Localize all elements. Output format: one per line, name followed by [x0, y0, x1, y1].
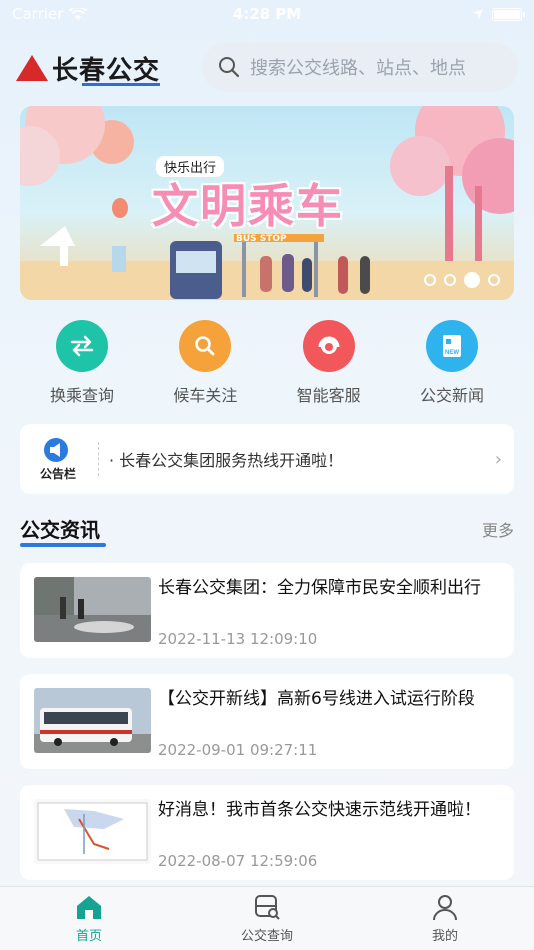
logo-mark-icon: [16, 55, 48, 81]
news-time: 2022-09-01 09:27:11: [158, 741, 318, 759]
news-time: 2022-11-13 12:09:10: [158, 630, 318, 648]
news-time: 2022-08-07 12:59:06: [158, 852, 318, 870]
news-thumbnail: [34, 688, 151, 753]
news-title: 好消息！我市首条公交快速示范线开通啦！: [158, 800, 481, 820]
search-icon: [179, 320, 232, 372]
tab-bar: 首页 公交查询 我的: [0, 886, 534, 950]
more-link[interactable]: 更多: [482, 517, 514, 541]
chevron-right-icon: ›: [494, 448, 502, 470]
news-thumbnail: [34, 799, 151, 864]
logo-text: 长春公交: [52, 50, 161, 87]
tab-label: 首页: [75, 929, 102, 944]
notice-badge-label: 公告栏: [39, 466, 76, 481]
quick-action-transfer[interactable]: 换乘查询: [34, 320, 130, 406]
pagination-dot-active: [464, 272, 480, 288]
news-section-header: 公交资讯 更多: [20, 514, 514, 547]
user-icon: [433, 895, 457, 921]
quick-action-label: 换乘查询: [49, 386, 114, 405]
notice-bar[interactable]: 公告栏 · 长春公交集团服务热线开通啦！ ›: [20, 424, 514, 494]
divider: [98, 442, 99, 476]
quick-action-label: 候车关注: [173, 386, 238, 405]
tab-home[interactable]: 首页: [29, 893, 149, 944]
news-title: 【公交开新线】高新6号线进入试运行阶段: [158, 689, 475, 709]
svg-text:NEW: NEW: [445, 350, 459, 356]
status-bar: Carrier 4:28 PM: [0, 0, 534, 28]
quick-action-watch[interactable]: 候车关注: [157, 320, 253, 406]
status-time: 4:28 PM: [232, 5, 302, 23]
section-title: 公交资讯: [20, 514, 106, 547]
tab-label: 我的: [431, 929, 458, 944]
banner-title: 文明乘车: [152, 179, 344, 233]
bus-stop-sign: BUS STOP: [236, 234, 287, 244]
news-title: 长春公交集团：全力保障市民安全顺利出行: [158, 578, 481, 598]
pagination-dot: [488, 274, 500, 286]
tab-mine[interactable]: 我的: [385, 893, 505, 944]
quick-action-label: 公交新闻: [419, 386, 484, 405]
home-icon: [77, 896, 101, 919]
news-card[interactable]: 好消息！我市首条公交快速示范线开通啦！ 2022-08-07 12:59:06: [20, 785, 514, 880]
battery-icon: [492, 7, 525, 21]
pagination-dot: [444, 274, 456, 286]
search-input[interactable]: 搜索公交线路、站点、地点: [202, 42, 518, 92]
bus-search-icon: [255, 895, 280, 920]
search-placeholder: 搜索公交线路、站点、地点: [250, 58, 466, 79]
banner-pagination: [424, 272, 500, 288]
header: 长春公交 搜索公交线路、站点、地点: [16, 42, 518, 94]
search-icon: [219, 57, 240, 78]
quick-action-label: 智能客服: [296, 386, 361, 405]
transfer-icon: [56, 320, 108, 372]
news-card[interactable]: 【公交开新线】高新6号线进入试运行阶段 2022-09-01 09:27:11: [20, 674, 514, 769]
tab-bus-query[interactable]: 公交查询: [207, 893, 327, 944]
megaphone-icon: [44, 437, 68, 462]
quick-action-service[interactable]: 智能客服: [281, 320, 377, 406]
news-list: 长春公交集团：全力保障市民安全顺利出行 2022-11-13 12:09:10 …: [20, 563, 514, 896]
headset-icon: [302, 320, 355, 372]
pagination-dot: [424, 274, 436, 286]
notice-badge: 公告栏: [32, 437, 84, 482]
tab-label: 公交查询: [240, 929, 293, 944]
promo-banner[interactable]: 快乐出行 文明乘车 BUS STOP: [20, 106, 514, 300]
news-icon: NEW: [425, 320, 478, 372]
app-logo: 长春公交: [16, 50, 161, 87]
quick-action-news[interactable]: NEW 公交新闻: [404, 320, 500, 406]
notice-text: · 长春公交集团服务热线开通啦！: [109, 451, 344, 470]
quick-actions: 换乘查询 候车关注 智能客服 NEW 公交新闻: [20, 320, 514, 406]
news-card[interactable]: 长春公交集团：全力保障市民安全顺利出行 2022-11-13 12:09:10: [20, 563, 514, 658]
news-thumbnail: [34, 577, 151, 642]
